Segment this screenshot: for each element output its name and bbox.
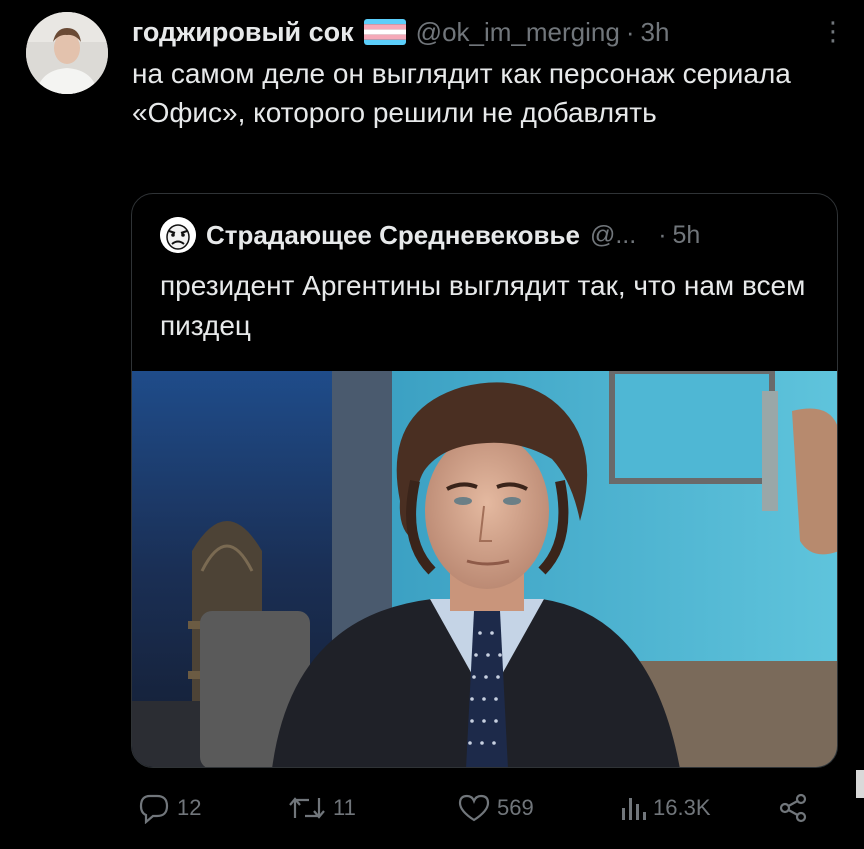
views-button[interactable]: 16.3K (619, 792, 711, 824)
views-count: 16.3K (653, 795, 711, 820)
tweet-header: годжировый сок @ok_im_merging · 3h (132, 14, 844, 50)
quoted-tweet-header: Страдающее Средневековье @... · 5h (160, 217, 815, 253)
share-button[interactable] (777, 792, 809, 824)
reply-icon (137, 792, 171, 824)
more-options-icon[interactable]: ⋮ (820, 16, 846, 47)
tweet-text: на самом деле он выглядит как персонаж с… (132, 58, 791, 128)
heart-icon (457, 792, 491, 824)
reply-count: 12 (177, 795, 202, 820)
trans-flag-icon (363, 19, 406, 45)
retweet-button[interactable]: 11 (287, 792, 356, 824)
like-button[interactable]: 569 (457, 792, 534, 824)
quoted-author-handle[interactable]: @... (590, 221, 636, 250)
tweet-actions-bar: 12 11 569 16.3K (131, 792, 811, 832)
quoted-separator-dot: · (658, 220, 667, 249)
quoted-author-avatar[interactable] (160, 217, 196, 253)
quoted-tweet-text: президент Аргентины выглядит так, что на… (160, 270, 806, 341)
like-count: 569 (497, 795, 534, 820)
views-icon (619, 792, 647, 824)
share-icon (777, 792, 809, 824)
retweet-count: 11 (333, 795, 356, 820)
separator-dot: · (625, 16, 635, 47)
author-name[interactable]: годжировый сок (132, 17, 354, 48)
quoted-tweet-timestamp[interactable]: 5h (673, 221, 701, 250)
author-avatar[interactable] (26, 12, 108, 94)
quoted-tweet-card[interactable]: Страдающее Средневековье @... · 5h прези… (131, 193, 838, 768)
author-handle[interactable]: @ok_im_merging (416, 17, 620, 48)
quoted-author-name[interactable]: Страдающее Средневековье (206, 220, 580, 251)
tweet-timestamp[interactable]: 3h (640, 17, 669, 48)
quoted-tweet-photo[interactable] (132, 371, 837, 767)
reply-button[interactable]: 12 (137, 792, 201, 824)
scrollbar-thumb[interactable] (856, 770, 864, 798)
retweet-icon (287, 792, 327, 824)
